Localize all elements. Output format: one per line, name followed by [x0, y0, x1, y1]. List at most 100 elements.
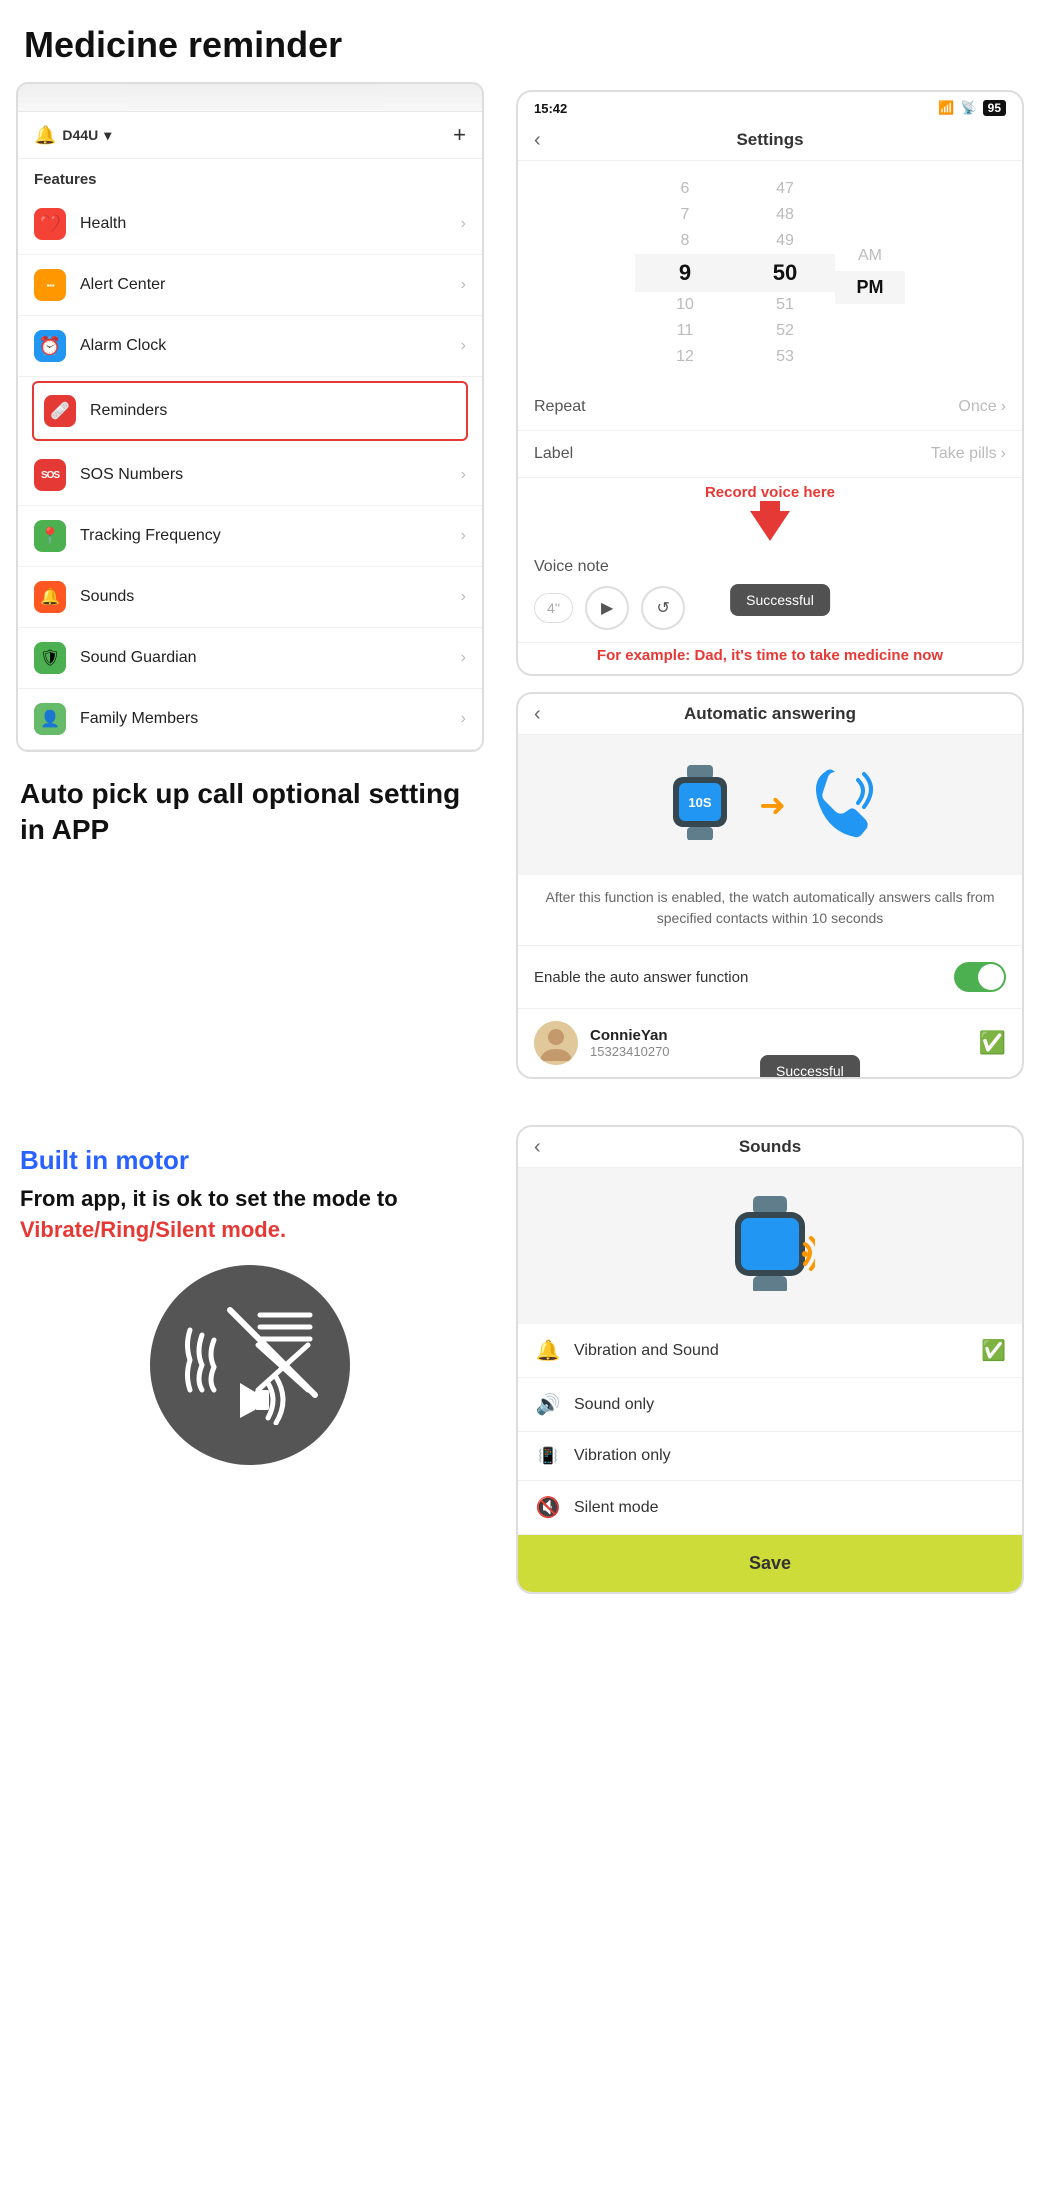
watch-sound-icon [725, 1196, 815, 1296]
sos-icon: SOS [34, 459, 66, 491]
sounds-arrow: › [461, 588, 466, 606]
phone-header: 🔔 D44U ▾ + [18, 112, 482, 159]
auto-pickup-title: Auto pick up call optional setting in AP… [20, 776, 480, 849]
hour-9-selected: 9 [635, 254, 735, 292]
contact-avatar [534, 1021, 578, 1065]
alarm-clock-label: Alarm Clock [80, 337, 461, 355]
auto-answer-illustration: 10S ➜ [518, 735, 1022, 875]
repeat-arrow: › [1001, 398, 1006, 416]
hour-12: 12 [676, 344, 694, 370]
min-48: 48 [776, 202, 794, 228]
sidebar-item-sos-numbers[interactable]: SOS SOS Numbers › [18, 445, 482, 506]
sos-arrow: › [461, 466, 466, 484]
sound-option-vibration-and-sound[interactable]: 🔔 Vibration and Sound ✅ [518, 1324, 1022, 1378]
time-picker[interactable]: 6 7 8 9 10 11 12 47 48 49 50 51 [518, 161, 1022, 384]
voice-note-section: Voice note 4'' ▶ ↺ Successful [518, 546, 1022, 643]
contact-phone: 15323410270 [590, 1044, 670, 1059]
phone-ringing-icon [810, 765, 875, 845]
voice-reset-button[interactable]: ↺ [641, 586, 685, 630]
sidebar-item-health[interactable]: ❤️ Health › [18, 194, 482, 255]
example-annotation: For example: Dad, it's time to take medi… [518, 643, 1022, 674]
device-name: 🔔 D44U ▾ [34, 125, 111, 146]
silent-mode-label: Silent mode [574, 1499, 1006, 1517]
toggle-label: Enable the auto answer function [534, 969, 748, 986]
sidebar-item-sound-guardian[interactable]: 🛡 Sound Guardian › [18, 628, 482, 689]
minutes-column: 47 48 49 50 51 52 53 [735, 176, 835, 370]
auto-answer-toggle-row: Enable the auto answer function [518, 945, 1022, 1008]
sidebar-item-alarm-clock[interactable]: ⏰ Alarm Clock › [18, 316, 482, 377]
bell-icon: 🔔 [34, 125, 56, 146]
auto-answer-toggle[interactable] [954, 962, 1006, 992]
voice-play-button[interactable]: ▶ [585, 586, 629, 630]
sidebar-item-alert-center[interactable]: ··· Alert Center › [18, 255, 482, 316]
min-51: 51 [776, 292, 794, 318]
arrow-icon: ➜ [759, 786, 786, 824]
auto-answer-back-button[interactable]: ‹ [534, 703, 541, 726]
label-value: Take pills › [931, 445, 1006, 463]
contact-row: ConnieYan 15323410270 ✅ Successful [518, 1008, 1022, 1077]
built-in-motor-label: Built in motor [20, 1145, 480, 1176]
left-bottom-section: Auto pick up call optional setting in AP… [0, 752, 500, 1489]
watch-icon: 10S [665, 765, 735, 845]
sidebar-item-family-members[interactable]: 👤 Family Members › [18, 689, 482, 750]
health-arrow: › [461, 215, 466, 233]
sound-option-silent-mode[interactable]: 🔇 Silent mode [518, 1481, 1022, 1535]
hour-6: 6 [681, 176, 690, 202]
ampm-column: AM PM [835, 169, 905, 376]
red-down-arrow-icon [518, 501, 1022, 546]
sounds-screen-title: Sounds [739, 1137, 801, 1157]
repeat-value-text: Once [958, 398, 996, 416]
hour-11: 11 [677, 318, 694, 344]
back-button[interactable]: ‹ [534, 129, 541, 152]
auto-answer-desc: After this function is enabled, the watc… [518, 875, 1022, 945]
chevron-down-icon: ▾ [104, 127, 111, 144]
sounds-screen: ‹ Sounds [516, 1125, 1024, 1594]
family-icon: 👤 [34, 703, 66, 735]
sidebar-item-reminders[interactable]: 🩹 Reminders [32, 381, 468, 441]
vibration-sound-check: ✅ [981, 1338, 1006, 1363]
page-title: Medicine reminder [0, 0, 1060, 82]
device-name-label: D44U [62, 127, 98, 143]
right-panel: 15:42 📶 📡 95 ‹ Settings 6 7 [500, 82, 1040, 1602]
silent-mode-icon: 🔇 [534, 1495, 562, 1520]
sound-guardian-icon: 🛡 [34, 642, 66, 674]
save-button[interactable]: Save [518, 1535, 1022, 1592]
health-icon: ❤️ [34, 208, 66, 240]
sidebar-item-sounds[interactable]: 🔔 Sounds › [18, 567, 482, 628]
tracking-icon: 📍 [34, 520, 66, 552]
vibration-sound-label: Vibration and Sound [574, 1342, 981, 1360]
sound-option-vibration-only[interactable]: 📳 Vibration only [518, 1432, 1022, 1481]
min-50-selected: 50 [735, 254, 835, 292]
vibration-only-label: Vibration only [574, 1447, 1006, 1465]
features-label: Features [18, 159, 482, 194]
health-label: Health [80, 215, 461, 233]
sidebar-item-tracking-frequency[interactable]: 📍 Tracking Frequency › [18, 506, 482, 567]
add-button[interactable]: + [453, 122, 466, 148]
sound-guardian-arrow: › [461, 649, 466, 667]
contact-tooltip: Successful [760, 1055, 860, 1079]
am-option: AM [858, 241, 882, 271]
sounds-header: ‹ Sounds [518, 1127, 1022, 1168]
min-53: 53 [776, 344, 794, 370]
sound-option-sound-only[interactable]: 🔊 Sound only [518, 1378, 1022, 1432]
family-arrow: › [461, 710, 466, 728]
record-voice-annotation: Record voice here [518, 478, 1022, 501]
hours-column: 6 7 8 9 10 11 12 [635, 176, 735, 370]
svg-text:10S: 10S [689, 795, 712, 810]
family-label: Family Members [80, 710, 461, 728]
status-time: 15:42 [534, 101, 567, 116]
repeat-row[interactable]: Repeat Once › [518, 384, 1022, 431]
repeat-value: Once › [958, 398, 1006, 416]
label-label: Label [534, 445, 573, 463]
sounds-menu-icon: 🔔 [34, 581, 66, 613]
wifi-icon: 📡 [960, 100, 976, 116]
label-row[interactable]: Label Take pills › [518, 431, 1022, 478]
settings-title: Settings [736, 130, 803, 150]
sounds-back-button[interactable]: ‹ [534, 1136, 541, 1159]
battery-badge: 95 [983, 100, 1006, 116]
vibration-sound-icon: 🔔 [534, 1338, 562, 1363]
label-arrow: › [1001, 445, 1006, 463]
alarm-clock-icon: ⏰ [34, 330, 66, 362]
phone-shell: 🔔 D44U ▾ + Features ❤️ Health › ··· Aler… [16, 82, 484, 752]
hour-8: 8 [681, 228, 690, 254]
